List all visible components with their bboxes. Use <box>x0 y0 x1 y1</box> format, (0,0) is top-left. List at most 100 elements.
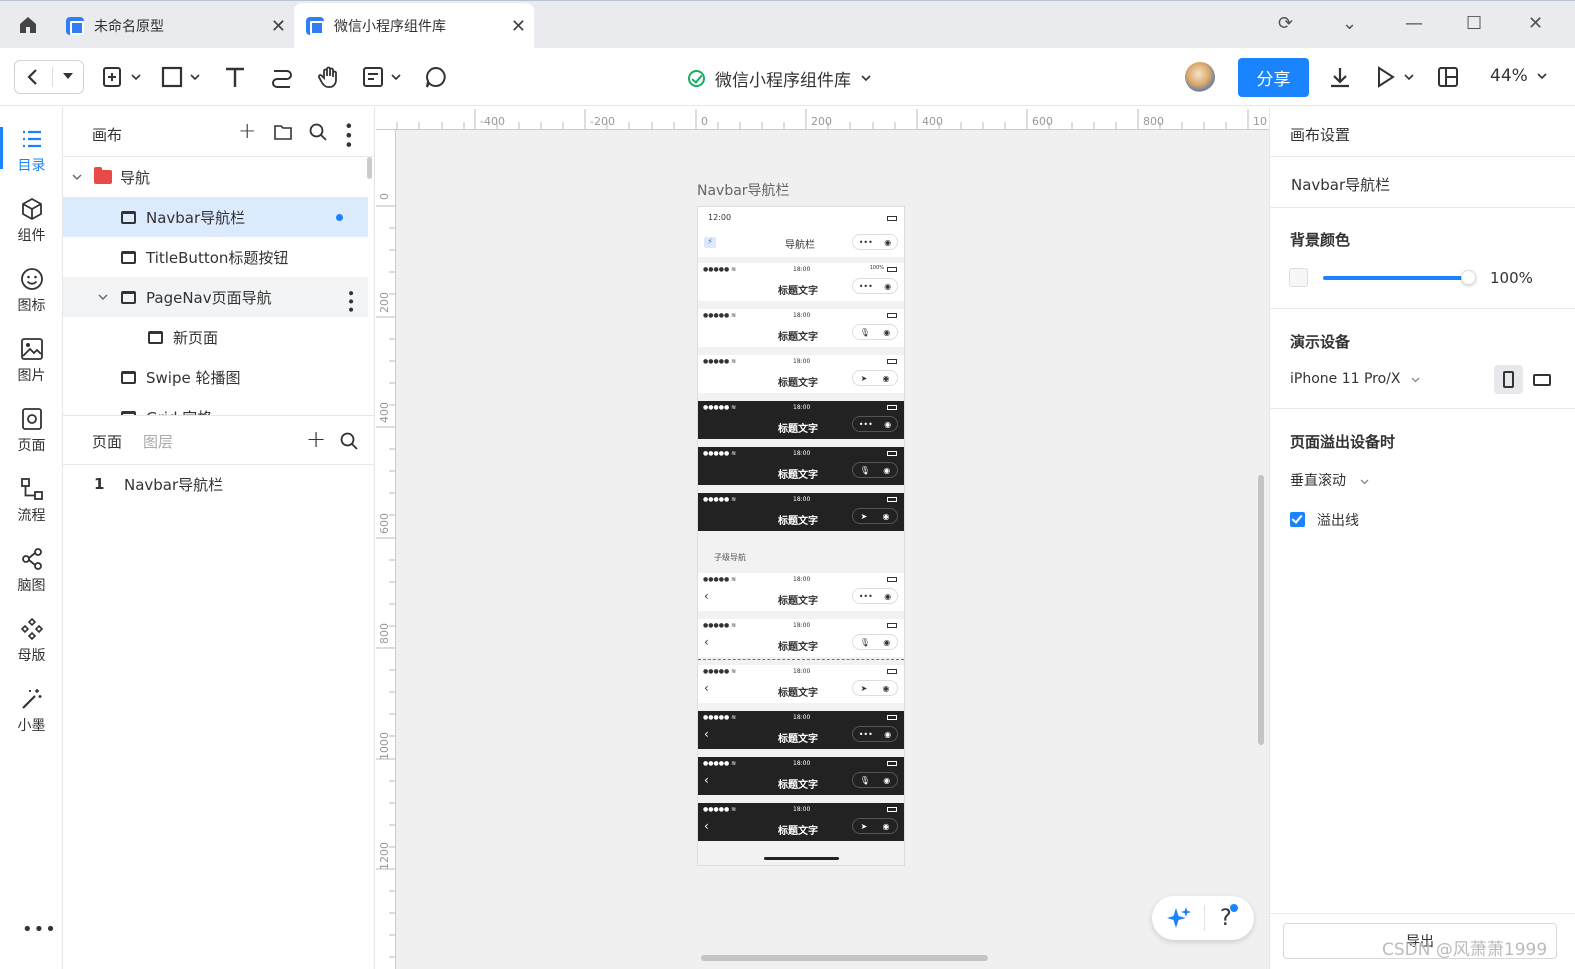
navbar-sample-dark[interactable]: ●●●●● ≋ 18:00 标题文字 🎙 ◉ <box>698 447 904 485</box>
add-icon[interactable]: + <box>306 425 326 453</box>
share-button[interactable]: 分享 <box>1238 58 1309 97</box>
capsule-buttons[interactable]: ➤ ◉ <box>852 818 898 834</box>
capsule-buttons[interactable]: ••• ◉ <box>852 278 898 294</box>
capsule-buttons[interactable]: ••• ◉ <box>852 726 898 742</box>
sparkle-icon[interactable] <box>1166 905 1192 931</box>
close-icon[interactable]: ✕ <box>271 16 286 37</box>
rail-item-icons[interactable]: 图标 <box>0 253 63 315</box>
chevron-down-icon[interactable] <box>72 174 82 181</box>
capsule-buttons[interactable]: 🎙 ◉ <box>852 462 898 478</box>
back-arrow-icon[interactable]: ‹ <box>704 589 709 603</box>
tree-item-new-page[interactable]: 新页面 <box>63 317 368 357</box>
comment-tool-button[interactable] <box>423 62 449 92</box>
phone-frame[interactable]: 12:00 ⚡ 导航栏 ••• ◉ ●●●●● ≋ 18:00 100% 标题文字 … <box>697 206 905 866</box>
add-icon[interactable]: + <box>238 119 256 144</box>
document-title-dropdown[interactable]: 微信小程序组件库 <box>688 66 871 91</box>
rail-item-xiaomo[interactable]: 小墨 <box>0 673 63 735</box>
location-icon[interactable]: ➤ <box>861 512 868 521</box>
color-swatch[interactable] <box>1289 268 1308 287</box>
navbar-sample-dark[interactable]: ●●●●● ≋ 18:00 标题文字 ••• ◉ <box>698 401 904 439</box>
navbar-sample[interactable]: ●●●●● ≋ 18:00 标题文字 ➤ ◉ <box>698 355 904 393</box>
more-icon[interactable]: ••• <box>22 919 57 940</box>
tree-item-swipe[interactable]: Swipe 轮播图 <box>63 357 368 397</box>
capsule-buttons[interactable]: ••• ◉ <box>852 588 898 604</box>
user-avatar[interactable] <box>1185 62 1215 92</box>
rectangle-tool-button[interactable] <box>159 62 203 92</box>
refresh-icon[interactable]: ⟳ <box>1278 13 1293 34</box>
layout-panel-button[interactable] <box>1436 62 1460 92</box>
opacity-slider[interactable] <box>1323 276 1466 280</box>
tree-scrollbar[interactable] <box>367 157 372 179</box>
overflow-select[interactable]: 垂直滚动 <box>1290 470 1369 490</box>
design-canvas[interactable]: Navbar导航栏 12:00 ⚡ 导航栏 ••• ◉ ●●●●● ≋ 18:00 … <box>396 130 1269 969</box>
target-icon[interactable]: ◉ <box>884 592 891 601</box>
capsule-buttons[interactable]: ➤ ◉ <box>852 370 898 386</box>
maximize-icon[interactable]: ☐ <box>1466 13 1482 34</box>
target-icon[interactable]: ◉ <box>884 420 891 429</box>
capsule-buttons[interactable]: ••• ◉ <box>852 234 898 250</box>
mic-icon[interactable]: 🎙 <box>860 466 870 475</box>
target-icon[interactable]: ◉ <box>883 776 890 785</box>
target-icon[interactable]: ◉ <box>882 374 889 383</box>
rail-item-flow[interactable]: 流程 <box>0 463 63 525</box>
preview-button[interactable] <box>1374 62 1416 92</box>
back-arrow-icon[interactable]: ‹ <box>704 681 709 695</box>
mic-icon[interactable]: 🎙 <box>860 638 870 647</box>
rail-item-mindmap[interactable]: 脑图 <box>0 533 63 595</box>
rail-item-components[interactable]: 组件 <box>0 183 63 245</box>
chevron-down-icon[interactable] <box>1537 73 1547 80</box>
back-arrow-icon[interactable]: ‹ <box>704 635 709 649</box>
more-icon[interactable]: ••• <box>859 282 873 291</box>
help-icon[interactable]: ? <box>1220 903 1238 931</box>
close-window-icon[interactable]: ✕ <box>1528 13 1543 34</box>
back-arrow-icon[interactable]: ‹ <box>704 727 709 741</box>
target-icon[interactable]: ◉ <box>884 730 891 739</box>
back-button[interactable] <box>14 60 84 94</box>
tab-layers[interactable]: 图层 <box>143 431 173 452</box>
caret-down-icon[interactable] <box>63 73 73 80</box>
subnav-sample-dark[interactable]: ●●●●● ≋ 18:00 ‹ 标题文字 ➤ ◉ <box>698 803 904 841</box>
canvas-horizontal-scrollbar[interactable] <box>701 955 988 961</box>
overflow-line-checkbox[interactable] <box>1290 512 1305 527</box>
search-icon[interactable] <box>309 123 327 141</box>
connector-tool-button[interactable] <box>270 62 294 92</box>
search-icon[interactable] <box>340 432 358 450</box>
chevron-down-icon[interactable]: ⌄ <box>1342 13 1357 34</box>
tree-folder-navigation[interactable]: 导航 <box>63 157 368 197</box>
capsule-buttons[interactable]: ➤ ◉ <box>852 508 898 524</box>
download-button[interactable] <box>1328 62 1352 92</box>
note-tool-button[interactable] <box>360 62 404 92</box>
navbar-sample-dark[interactable]: ●●●●● ≋ 18:00 标题文字 ➤ ◉ <box>698 493 904 531</box>
more-icon[interactable]: ••• <box>859 420 873 429</box>
tree-item-navbar[interactable]: Navbar导航栏 <box>63 197 368 237</box>
location-icon[interactable]: ➤ <box>861 684 868 693</box>
page-list-item[interactable]: 1 Navbar导航栏 <box>63 464 368 504</box>
subnav-sample-dark[interactable]: ●●●●● ≋ 18:00 ‹ 标题文字 ••• ◉ <box>698 711 904 749</box>
rail-item-master[interactable]: 母版 <box>0 603 63 665</box>
tab-pages[interactable]: 页面 <box>92 431 122 452</box>
tree-item-titlebutton[interactable]: TitleButton标题按钮 <box>63 237 368 277</box>
device-select[interactable]: iPhone 11 Pro/X <box>1290 371 1420 387</box>
portrait-toggle[interactable] <box>1494 365 1523 394</box>
text-tool-button[interactable] <box>222 62 248 92</box>
capsule-buttons[interactable]: ••• ◉ <box>852 416 898 432</box>
target-icon[interactable]: ◉ <box>883 466 890 475</box>
rail-item-directory[interactable]: 目录 <box>0 113 63 175</box>
rail-item-pages[interactable]: 页面 <box>0 393 63 455</box>
capsule-buttons[interactable]: 🎙 ◉ <box>852 324 898 340</box>
target-icon[interactable]: ◉ <box>883 328 890 337</box>
capsule-buttons[interactable]: ➤ ◉ <box>852 680 898 696</box>
subnav-sample[interactable]: ●●●●● ≋ 18:00 ‹ 标题文字 ••• ◉ <box>698 573 904 611</box>
subnav-sample-dark[interactable]: ●●●●● ≋ 18:00 ‹ 标题文字 🎙 ◉ <box>698 757 904 795</box>
tree-item-pagenav[interactable]: PageNav页面导航 ••• <box>63 277 368 317</box>
subnav-sample[interactable]: ●●●●● ≋ 18:00 ‹ 标题文字 ➤ ◉ <box>698 665 904 703</box>
more-icon[interactable]: ••• <box>859 730 873 739</box>
page-name-field[interactable]: Navbar导航栏 <box>1291 174 1390 195</box>
navbar-sample[interactable]: 12:00 ⚡ 导航栏 ••• ◉ <box>698 207 904 257</box>
opacity-slider-handle[interactable] <box>1461 270 1476 285</box>
navbar-sample[interactable]: ●●●●● ≋ 18:00 100% 标题文字 ••• ◉ <box>698 263 904 301</box>
chevron-down-icon[interactable] <box>98 294 108 301</box>
close-icon[interactable]: ✕ <box>511 16 526 37</box>
target-icon[interactable]: ◉ <box>882 684 889 693</box>
add-page-button[interactable] <box>100 62 144 92</box>
